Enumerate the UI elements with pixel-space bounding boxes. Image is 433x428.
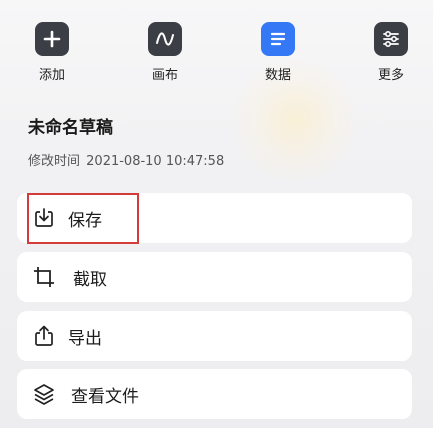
add-label: 添加 (38, 68, 65, 83)
modified-value: 2021-08-10 10:47:58 (86, 154, 225, 169)
plus-icon (35, 22, 69, 56)
crop-icon (34, 267, 54, 287)
data-button[interactable]: 数据 (243, 22, 313, 83)
add-button[interactable]: 添加 (17, 22, 87, 83)
share-export-icon (35, 325, 53, 346)
modified-time: 修改时间 2021-08-10 10:47:58 (28, 150, 226, 169)
sliders-icon (374, 22, 408, 56)
menu-item-view-files[interactable]: 查看文件 (17, 369, 412, 419)
canvas-button[interactable]: 画布 (130, 22, 200, 83)
modified-label: 修改时间 (28, 154, 81, 169)
menu-item-crop[interactable]: 截取 (17, 252, 412, 302)
toolbar: 添加 画布 数据 更多 (0, 0, 433, 90)
more-label: 更多 (377, 68, 404, 83)
wave-icon (148, 22, 182, 56)
menu-item-label: 查看文件 (71, 387, 139, 407)
layers-icon (34, 384, 54, 405)
more-button[interactable]: 更多 (356, 22, 426, 83)
menu-item-label: 截取 (73, 270, 107, 290)
menu-item-label: 导出 (68, 329, 102, 349)
data-label: 数据 (264, 68, 291, 83)
document-lines-icon (261, 22, 295, 56)
canvas-label: 画布 (151, 68, 178, 83)
menu-item-export[interactable]: 导出 (17, 311, 412, 361)
save-highlight-box (27, 193, 139, 244)
draft-title: 未命名草稿 (28, 118, 113, 138)
